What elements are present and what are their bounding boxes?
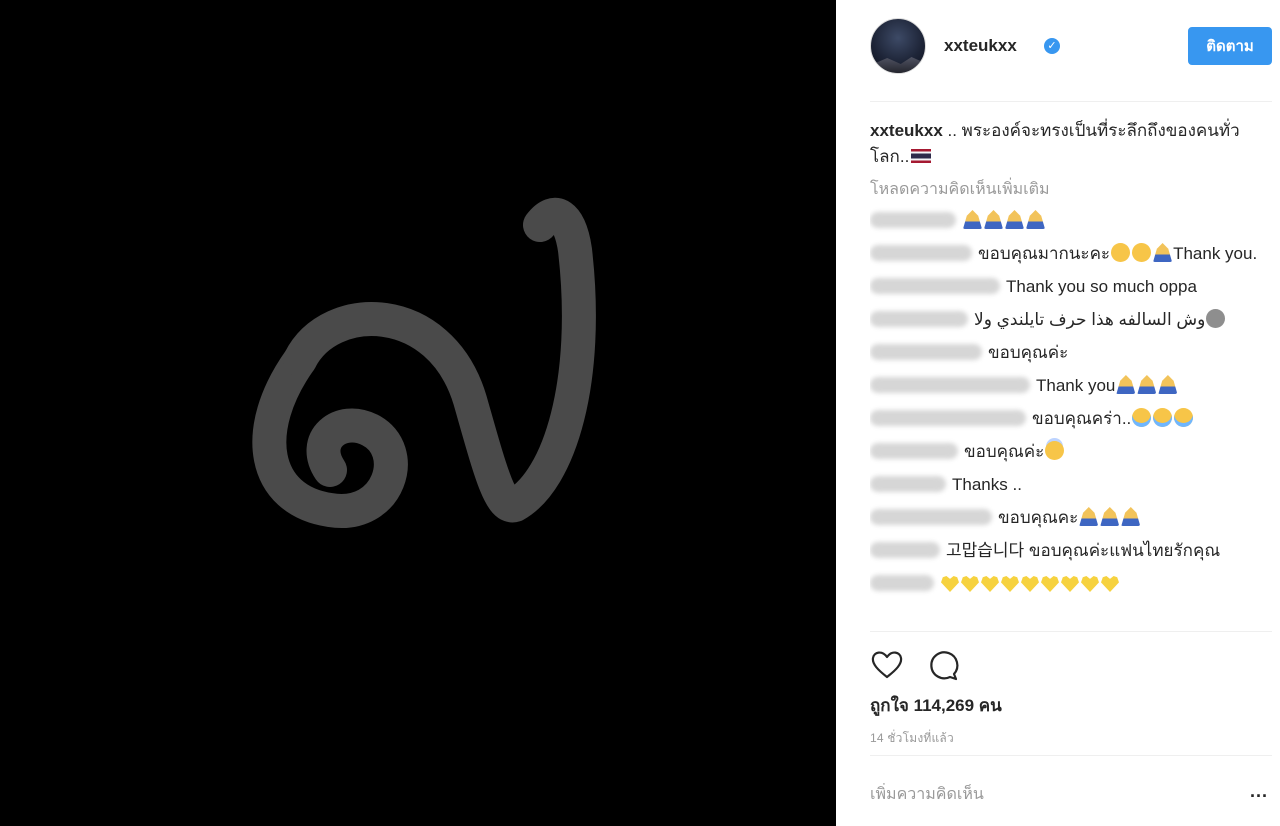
comment-text: ขอบคุณค่ะ	[988, 343, 1069, 362]
likes-count[interactable]: ถูกใจ 114,269 คน	[870, 692, 1002, 719]
pray-emoji-icon	[1158, 375, 1178, 394]
comment-row	[870, 571, 1270, 596]
comment-row: ขอบคุณมากนะคะ Thank you.	[870, 241, 1270, 266]
comment-row: ขอบคุณค่ะ	[870, 340, 1270, 365]
post-image[interactable]	[0, 0, 836, 826]
comment-row: Thank you so much oppa	[870, 274, 1270, 299]
thai-numeral-nine-graphic	[252, 198, 596, 528]
heart-emoji-icon	[961, 576, 979, 592]
comment-username-blurred[interactable]	[870, 311, 968, 327]
comment-username-blurred[interactable]	[870, 410, 1026, 426]
header-username[interactable]: xxteukxx	[944, 36, 1017, 56]
comment-username-blurred[interactable]	[870, 476, 946, 492]
pray-emoji-icon	[1026, 210, 1045, 229]
post-sidebar: xxteukxx ✓ ติดตาม xxteukxx .. พระองค์จะท…	[836, 0, 1280, 826]
pray-emoji-icon	[1079, 507, 1099, 526]
heart-emoji-icon	[1081, 576, 1099, 592]
comment-rows: ขอบคุณมากนะคะ Thank you. Thank you so much…	[870, 208, 1270, 596]
comment-username-blurred[interactable]	[870, 542, 940, 558]
heart-emoji-icon	[1101, 576, 1119, 592]
post-header: xxteukxx ✓ ติดตาม	[870, 18, 1272, 76]
comment-username-blurred[interactable]	[870, 575, 934, 591]
pray-emoji-icon	[1137, 375, 1157, 394]
add-comment-input[interactable]	[870, 783, 1200, 807]
pray-emoji-icon	[1121, 507, 1141, 526]
footer-divider	[870, 755, 1272, 756]
comment-username-blurred[interactable]	[870, 278, 1000, 294]
comment-username-blurred[interactable]	[870, 443, 958, 459]
comments-list[interactable]: xxteukxx .. พระองค์จะทรงเป็นที่ระลึกถึงข…	[870, 118, 1270, 630]
heart-emoji-icon	[941, 576, 959, 592]
comment-username-blurred[interactable]	[870, 212, 956, 228]
post-actions	[870, 648, 1272, 684]
comment-row: وش السالفه هذا حرف تايلندي ولا	[870, 307, 1270, 332]
comment-row: ขอบคุณคร่า..	[870, 406, 1270, 431]
heart-emoji-icon	[1061, 576, 1079, 592]
comment-username-blurred[interactable]	[870, 377, 1030, 393]
verified-badge-icon: ✓	[1044, 38, 1060, 54]
comment-text-tail: Thank you.	[1173, 244, 1258, 263]
pray-emoji-icon	[1100, 507, 1120, 526]
comment-username-blurred[interactable]	[870, 509, 992, 525]
comment-text: 고맙습니다 ขอบคุณค่ะแฟนไทยรักคุณ	[946, 541, 1221, 560]
pray-emoji-icon	[1153, 243, 1173, 262]
comment-row	[870, 208, 1270, 233]
comment-text: Thank you	[1036, 376, 1116, 395]
header-divider	[870, 101, 1272, 102]
heart-emoji-icon	[981, 576, 999, 592]
thai-flag-icon	[911, 149, 932, 163]
angel-emoji-icon	[1045, 441, 1065, 460]
cry-emoji-icon	[1132, 243, 1152, 262]
comment-row: ขอบคุณค่ะ	[870, 439, 1270, 464]
heart-emoji-icon	[1041, 576, 1059, 592]
follow-button[interactable]: ติดตาม	[1188, 27, 1272, 65]
pray-emoji-icon	[1116, 375, 1136, 394]
comments-divider	[870, 631, 1272, 632]
comment-bubble-icon[interactable]	[926, 648, 960, 682]
caption-username[interactable]: xxteukxx	[870, 121, 943, 140]
post-caption: xxteukxx .. พระองค์จะทรงเป็นที่ระลึกถึงข…	[870, 118, 1270, 170]
comment-text: ขอบคุณคร่า..	[1032, 409, 1132, 428]
comment-text: ขอบคุณค่ะ	[964, 442, 1045, 461]
heart-outline-icon[interactable]	[870, 648, 904, 682]
pray-emoji-icon	[984, 210, 1003, 229]
comment-text: وش السالفه هذا حرف تايلندي ولا	[974, 310, 1206, 329]
comment-username-blurred[interactable]	[870, 344, 982, 360]
tears-emoji-icon	[1174, 408, 1194, 427]
comment-row: Thank you	[870, 373, 1270, 398]
grey-emoji-icon	[1206, 309, 1226, 328]
load-more-comments-link[interactable]: โหลดความคิดเห็นเพิ่มเติม	[870, 178, 1270, 202]
comment-row: 고맙습니다 ขอบคุณค่ะแฟนไทยรักคุณ	[870, 538, 1270, 563]
comment-text: ขอบคุณมากนะคะ	[978, 244, 1111, 263]
more-options-button[interactable]: ...	[1250, 782, 1274, 804]
heart-emoji-icon	[1021, 576, 1039, 592]
comment-username-blurred[interactable]	[870, 245, 972, 261]
avatar-landscape	[871, 57, 925, 73]
tears-emoji-icon	[1153, 408, 1173, 427]
tears-emoji-icon	[1132, 408, 1152, 427]
comment-text: Thanks ..	[952, 475, 1022, 494]
comment-text: Thank you so much oppa	[1006, 277, 1197, 296]
heart-emoji-icon	[1001, 576, 1019, 592]
avatar[interactable]	[870, 18, 926, 74]
comment-text: ขอบคุณคะ	[998, 508, 1079, 527]
comment-row: Thanks ..	[870, 472, 1270, 497]
pray-emoji-icon	[1005, 210, 1024, 229]
comment-row: ขอบคุณคะ	[870, 505, 1270, 530]
pray-emoji-icon	[963, 210, 982, 229]
post-timestamp[interactable]: 14 ชั่วโมงที่แล้ว	[870, 729, 954, 748]
cry-emoji-icon	[1111, 243, 1131, 262]
